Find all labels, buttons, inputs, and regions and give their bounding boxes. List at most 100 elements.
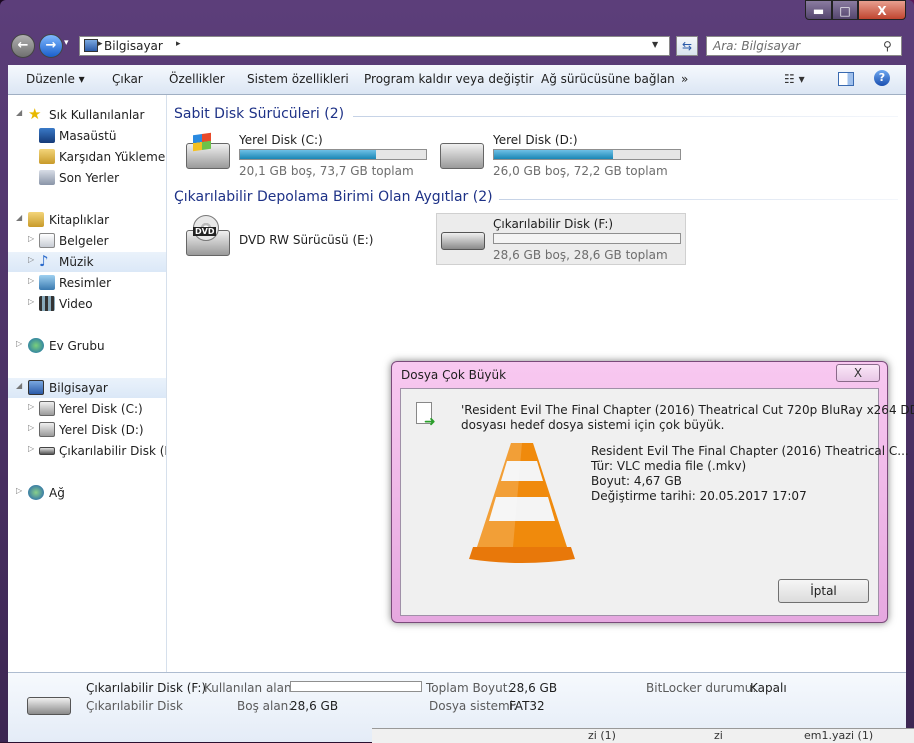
arrow-left-icon: ←: [17, 38, 29, 53]
group-header-hard-disks[interactable]: Sabit Disk Sürücüleri (2): [174, 106, 344, 122]
background-text: zi (1): [588, 729, 616, 742]
nav-libraries[interactable]: ◢ Kitaplıklar: [8, 210, 166, 230]
nav-drive-c[interactable]: ▷ Yerel Disk (C:): [8, 399, 166, 419]
collapse-icon[interactable]: ◢: [16, 381, 22, 390]
help-button[interactable]: ?: [874, 70, 890, 86]
library-icon: [28, 212, 44, 227]
maximize-button[interactable]: □: [832, 0, 858, 20]
uninstall-program-button[interactable]: Program kaldır veya değiştir: [364, 72, 534, 86]
map-network-drive-button[interactable]: Ağ sürücüsüne bağlan: [541, 72, 675, 86]
nav-downloads[interactable]: Karşıdan Yüklemeler: [8, 147, 166, 167]
nav-drive-f[interactable]: ▷ Çıkarılabilir Disk (F:): [8, 441, 166, 461]
nav-desktop[interactable]: Masaüstü: [8, 126, 166, 146]
file-too-large-dialog: Dosya Çok Büyük X ➜ 'Resident Evil The F…: [391, 361, 914, 623]
nav-label: Karşıdan Yüklemeler: [59, 150, 166, 164]
file-system-value: FAT32: [509, 699, 545, 713]
back-button[interactable]: ←: [11, 34, 35, 58]
properties-button[interactable]: Özellikler: [169, 72, 225, 86]
file-name: Resident Evil The Final Chapter (2016) T…: [591, 444, 909, 458]
recent-places-icon: [39, 170, 55, 185]
command-bar: Düzenle ▾ Çıkar Özellikler Sistem özelli…: [8, 65, 906, 95]
vlc-cone-icon: [469, 443, 575, 563]
more-commands-button[interactable]: »: [681, 72, 688, 86]
windows-drive-icon: [186, 132, 230, 169]
removable-drive-icon: [27, 697, 71, 715]
background-text: em1.yazi (1): [804, 729, 874, 742]
drive-usage-fill: [240, 150, 376, 159]
expand-icon[interactable]: ▷: [28, 276, 34, 285]
drive-e[interactable]: DVD DVD RW Sürücüsü (E:): [186, 215, 406, 262]
nav-music[interactable]: ▷ ♪ Müzik: [8, 252, 166, 272]
nav-label: Ev Grubu: [49, 339, 105, 353]
drive-usage-bar: [239, 149, 427, 160]
search-input[interactable]: Ara: Bilgisayar ⚲: [706, 36, 902, 56]
dvd-badge: DVD: [193, 227, 217, 236]
drive-name: Yerel Disk (D:): [493, 133, 578, 147]
group-header-removable[interactable]: Çıkarılabilir Depolama Birimi Olan Aygıt…: [174, 189, 493, 205]
computer-icon: [84, 39, 98, 52]
bitlocker-label: BitLocker durumu:: [646, 681, 757, 695]
removable-drive-icon: [441, 232, 485, 250]
nav-drive-d[interactable]: ▷ Yerel Disk (D:): [8, 420, 166, 440]
minimize-button[interactable]: ▬: [805, 0, 832, 20]
nav-label: Video: [59, 297, 93, 311]
refresh-button[interactable]: ⇆: [676, 36, 698, 56]
used-space-label: Kullanılan alan:: [204, 681, 296, 695]
close-icon: X: [853, 366, 863, 380]
computer-icon: [28, 380, 44, 395]
nav-network[interactable]: ▷ Ağ: [8, 483, 166, 503]
free-space-value: 28,6 GB: [290, 699, 339, 713]
network-icon: [28, 485, 44, 500]
expand-icon[interactable]: ▷: [28, 297, 34, 306]
system-properties-button[interactable]: Sistem özellikleri: [247, 72, 349, 86]
title-bar[interactable]: [0, 0, 914, 30]
view-list-icon: ☷: [784, 72, 795, 86]
expand-icon[interactable]: ▷: [16, 486, 22, 495]
arrow-right-icon: →: [45, 38, 57, 53]
nav-homegroup[interactable]: ▷ Ev Grubu: [8, 336, 166, 356]
drive-d[interactable]: Yerel Disk (D:) 26,0 GB boş, 72,2 GB top…: [440, 133, 690, 179]
preview-pane-button[interactable]: [838, 72, 854, 86]
chevron-right-icon[interactable]: ▸: [176, 39, 181, 49]
chevron-down-icon[interactable]: ▼: [652, 40, 658, 49]
cancel-button[interactable]: İptal: [778, 579, 869, 603]
expand-icon[interactable]: ▷: [28, 402, 34, 411]
dialog-close-button[interactable]: X: [836, 364, 880, 382]
removable-drive-icon: [39, 447, 55, 455]
nav-label: Kitaplıklar: [49, 213, 110, 227]
expand-icon[interactable]: ▷: [28, 423, 34, 432]
nav-label: Sık Kullanılanlar: [49, 108, 145, 122]
drive-c[interactable]: Yerel Disk (C:) 20,1 GB boş, 73,7 GB top…: [186, 132, 436, 179]
nav-recent[interactable]: Son Yerler: [8, 168, 166, 188]
nav-label: Masaüstü: [59, 129, 117, 143]
nav-computer[interactable]: ◢ Bilgisayar: [8, 378, 166, 398]
close-button[interactable]: X: [858, 0, 906, 20]
expand-icon[interactable]: ▷: [28, 255, 34, 264]
search-icon[interactable]: ⚲: [883, 39, 892, 53]
nav-pictures[interactable]: ▷ Resimler: [8, 273, 166, 293]
drive-space: 28,6 GB boş, 28,6 GB toplam: [493, 248, 668, 262]
drive-space: 26,0 GB boş, 72,2 GB toplam: [493, 164, 668, 178]
dialog-message-line2: dosyası hedef dosya sistemi için çok büy…: [461, 418, 725, 432]
expand-icon[interactable]: ▷: [28, 444, 34, 453]
drive-usage-fill: [494, 150, 614, 159]
total-size-value: 28,6 GB: [509, 681, 558, 695]
expand-icon[interactable]: ▷: [16, 339, 22, 348]
free-space-label: Boş alan:: [237, 699, 293, 713]
address-bar[interactable]: ▸ Bilgisayar ▸ ▼: [79, 36, 670, 56]
drive-f[interactable]: Çıkarılabilir Disk (F:) 28,6 GB boş, 28,…: [436, 213, 686, 265]
organize-menu[interactable]: Düzenle ▾: [26, 72, 85, 86]
history-dropdown-button[interactable]: ▾: [64, 38, 69, 48]
collapse-icon[interactable]: ◢: [16, 213, 22, 222]
nav-videos[interactable]: ▷ Video: [8, 294, 166, 314]
forward-button[interactable]: →: [39, 34, 63, 58]
nav-documents[interactable]: ▷ Belgeler: [8, 231, 166, 251]
collapse-icon[interactable]: ◢: [16, 108, 22, 117]
expand-icon[interactable]: ▷: [28, 234, 34, 243]
file-modified: Değiştirme tarihi: 20.05.2017 17:07: [591, 489, 807, 503]
eject-button[interactable]: Çıkar: [112, 72, 143, 86]
nav-label: Çıkarılabilir Disk (F:): [59, 444, 166, 458]
nav-favorites[interactable]: ◢ ★ Sık Kullanılanlar: [8, 105, 166, 125]
dialog-body: ➜ 'Resident Evil The Final Chapter (2016…: [400, 388, 914, 616]
views-button[interactable]: ☷ ▾: [784, 72, 805, 86]
